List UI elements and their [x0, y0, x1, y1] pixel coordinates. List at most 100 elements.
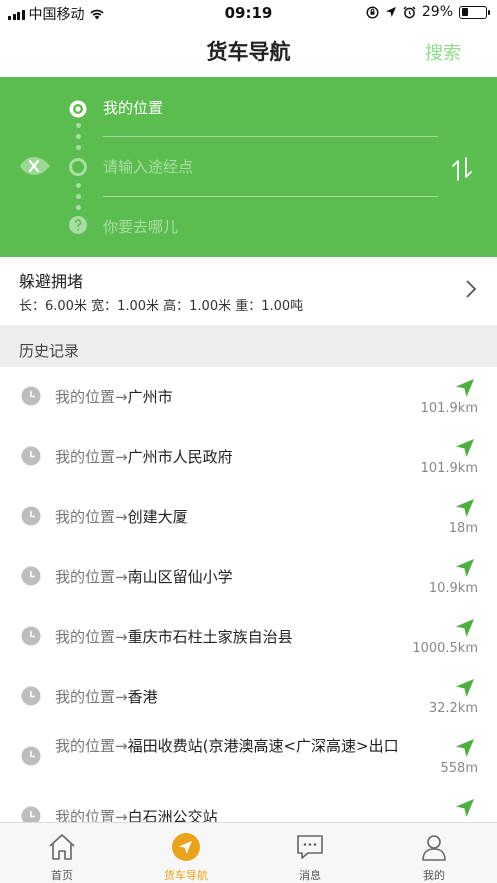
route-arrow: → [115, 388, 128, 406]
navigate-arrow-icon[interactable] [455, 498, 475, 518]
history-item[interactable]: 我的位置→广州市人民政府 101.9km [0, 427, 497, 487]
route-arrow: → [115, 808, 128, 822]
waypoint-placeholder: 请输入途经点 [103, 158, 194, 176]
navigate-arrow-icon[interactable] [455, 378, 475, 398]
clock-icon [21, 746, 41, 766]
distance-label: 101.9km [420, 401, 478, 416]
tab-truck-navigation[interactable]: 货车导航 [124, 823, 248, 883]
page-title: 货车导航 [206, 40, 291, 64]
message-icon [297, 835, 323, 859]
history-section-header: 历史记录 [0, 325, 497, 367]
route-arrow: → [115, 688, 128, 706]
avoid-congestion-title: 躲避拥堵 [19, 272, 84, 291]
route-dot [75, 134, 81, 139]
history-item[interactable]: 我的位置→广州市 101.9km [0, 367, 497, 427]
route-to: 创建大厦 [127, 508, 188, 526]
clock-icon [21, 566, 41, 586]
battery-percentage: 29% [421, 4, 453, 20]
history-list: 我的位置→广州市 101.9km 我的位置→广州市人民政府 101.9km 我的位置→创… [0, 367, 497, 822]
waypoint-input[interactable]: 请输入途经点 [103, 137, 438, 196]
route-to: 香港 [127, 688, 158, 706]
navigate-arrow-icon[interactable] [455, 738, 475, 758]
route-from: 我的位置 [55, 737, 116, 755]
clock-icon [21, 506, 41, 526]
history-title: 历史记录 [19, 342, 80, 360]
navigate-arrow-icon[interactable] [455, 618, 475, 638]
route-from: 我的位置 [55, 388, 116, 406]
route-to: 白石洲公交站 [127, 808, 218, 822]
route-arrow: → [115, 448, 128, 466]
route-from: 我的位置 [55, 808, 116, 822]
route-from: 我的位置 [55, 628, 116, 646]
navigate-arrow-icon[interactable] [455, 678, 475, 698]
tab-profile[interactable]: 我的 [372, 823, 496, 883]
origin-field[interactable]: 我的位置 [103, 78, 438, 137]
history-route: 我的位置→广州市 [55, 386, 400, 408]
route-to: 广州市 [127, 388, 173, 406]
tab-home[interactable]: 首页 [0, 823, 124, 883]
distance-label: 32.2km [428, 701, 478, 716]
history-route: 我的位置→创建大厦 [55, 506, 400, 528]
history-item[interactable]: 我的位置→福田收费站(京港澳高速<广深高速>出口 558m [0, 727, 497, 787]
origin-label: 我的位置 [103, 99, 164, 117]
search-button[interactable]: 搜索 [425, 39, 461, 65]
history-item[interactable]: 我的位置→创建大厦 18m [0, 487, 497, 547]
tab-messages[interactable]: 消息 [248, 823, 372, 883]
route-to: 重庆市石柱土家族自治县 [127, 628, 293, 646]
route-arrow: → [115, 568, 128, 586]
route-dot [75, 205, 81, 210]
chevron-right-icon [466, 280, 477, 298]
battery-icon [459, 5, 490, 19]
navigate-arrow-icon[interactable] [455, 438, 475, 458]
clock-icon [21, 626, 41, 646]
route-arrow: → [115, 508, 128, 526]
avoid-congestion-row[interactable]: 躲避拥堵 长：6.00米 宽：1.00米 高：1.00米 重：1.00吨 [0, 257, 497, 325]
history-item[interactable]: 我的位置→南山区留仙小学 10.9km [0, 547, 497, 607]
history-route: 我的位置→广州市人民政府 [55, 446, 400, 468]
tab-label: 消息 [299, 869, 321, 882]
history-item[interactable]: 我的位置→香港 32.2km [0, 667, 497, 727]
navigate-arrow-icon[interactable] [455, 558, 475, 578]
route-dot [75, 194, 81, 199]
tab-bar: 首页 货车导航 消息 我的 [0, 822, 497, 883]
navigation-bar: 货车导航 搜索 [0, 26, 497, 76]
truck-specs: 长：6.00米 宽：1.00米 高：1.00米 重：1.00吨 [19, 299, 304, 314]
history-item[interactable]: 我的位置→重庆市石柱土家族自治县 1000.5km [0, 607, 497, 667]
distance-label: 101.9km [420, 461, 478, 476]
history-route: 我的位置→香港 [55, 686, 400, 708]
clock-icon [21, 686, 41, 706]
route-dot [75, 123, 81, 128]
destination-placeholder: 你要去哪儿 [103, 218, 179, 236]
location-services-icon [385, 7, 396, 17]
route-planner-panel: 我的位置 请输入途经点 你要去哪儿 [0, 77, 497, 257]
route-to: 福田收费站(京港澳高速<广深高速>出口 [127, 737, 399, 755]
home-icon [49, 834, 75, 860]
route-from: 我的位置 [55, 568, 116, 586]
destination-input[interactable]: 你要去哪儿 [103, 197, 438, 256]
orientation-lock-icon [366, 5, 379, 19]
clock-icon [21, 386, 41, 406]
history-item[interactable]: 我的位置→白石洲公交站 [0, 787, 497, 822]
distance-label: 18m [448, 521, 478, 536]
navigate-arrow-icon[interactable] [455, 798, 475, 818]
route-dot [75, 145, 81, 150]
tab-label: 货车导航 [164, 869, 208, 882]
history-route: 我的位置→白石洲公交站 [55, 806, 400, 822]
profile-icon [422, 835, 446, 861]
alarm-icon [403, 5, 416, 18]
navigation-icon [172, 833, 200, 861]
destination-question-icon [69, 216, 87, 234]
clear-route-icon[interactable] [18, 151, 52, 181]
origin-marker-icon [69, 100, 87, 118]
route-from: 我的位置 [55, 508, 116, 526]
waypoint-marker-icon [69, 158, 87, 176]
distance-label: 10.9km [428, 581, 478, 596]
swap-route-icon[interactable] [449, 155, 475, 183]
distance-label: 558m [440, 761, 478, 776]
route-dot [75, 183, 81, 188]
tab-label: 首页 [51, 869, 73, 882]
tab-label: 我的 [423, 869, 445, 882]
distance-label: 1000.5km [412, 641, 478, 656]
route-arrow: → [115, 737, 128, 755]
route-from: 我的位置 [55, 688, 116, 706]
